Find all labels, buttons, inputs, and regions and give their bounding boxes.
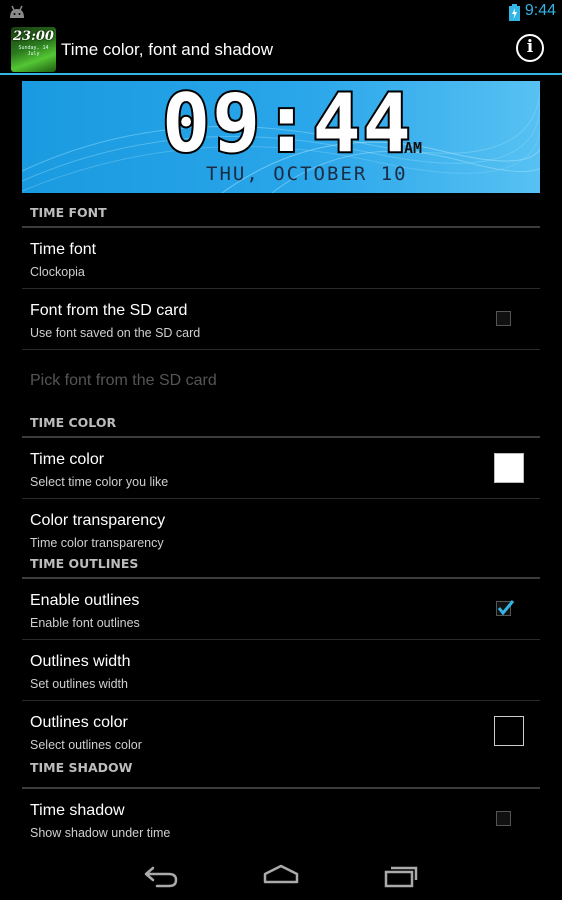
app-icon-time: 23:00 <box>13 29 54 44</box>
pref-summary: Use font saved on the SD card <box>30 326 201 340</box>
status-time: 9:44 <box>524 2 556 19</box>
back-icon[interactable] <box>143 862 179 888</box>
time-color-swatch[interactable] <box>494 453 524 483</box>
section-header-time-font: TIME FONT <box>22 193 540 228</box>
pref-time-font[interactable]: Time font Clockopia <box>22 228 540 289</box>
pref-summary: Time color transparency <box>30 536 164 550</box>
app-icon[interactable]: 23:00 Sunday, 14 July <box>11 27 56 72</box>
pref-time-color[interactable]: Time color Select time color you like <box>22 438 540 499</box>
pref-title: Time color <box>30 451 105 468</box>
preview-time: 09:44 <box>160 81 413 172</box>
pref-time-shadow[interactable]: Time shadow Show shadow under time <box>22 789 540 849</box>
preview-ampm: AM <box>404 139 423 157</box>
preferences-list[interactable]: 09:44 AM THU, OCTOBER 10 TIME FONT Time … <box>22 75 540 849</box>
pref-summary: Enable font outlines <box>30 616 140 630</box>
pref-title: Time shadow <box>30 802 125 819</box>
pref-enable-outlines[interactable]: Enable outlines Enable font outlines <box>22 579 540 640</box>
pref-summary: Select outlines color <box>30 738 142 752</box>
pref-title: Time font <box>30 241 97 258</box>
clock-preview: 09:44 AM THU, OCTOBER 10 <box>22 81 540 193</box>
section-header-time-outlines: TIME OUTLINES <box>22 552 540 579</box>
page-title: Time color, font and shadow <box>61 40 273 59</box>
font-sd-checkbox[interactable] <box>496 311 511 326</box>
pref-summary: Clockopia <box>30 265 85 279</box>
outlines-color-swatch[interactable] <box>494 716 524 746</box>
status-bar: 9:44 <box>0 0 562 25</box>
pref-color-transparency[interactable]: Color transparency Time color transparen… <box>22 499 540 552</box>
battery-charging-icon <box>509 4 520 21</box>
home-icon[interactable] <box>262 862 300 888</box>
pref-outlines-width[interactable]: Outlines width Set outlines width <box>22 640 540 701</box>
pref-font-sd-card[interactable]: Font from the SD card Use font saved on … <box>22 289 540 350</box>
pref-title: Font from the SD card <box>30 302 188 319</box>
pref-summary: Set outlines width <box>30 677 128 691</box>
pref-title: Outlines width <box>30 653 131 670</box>
info-icon[interactable]: i <box>516 34 544 62</box>
pref-outlines-color[interactable]: Outlines color Select outlines color <box>22 701 540 754</box>
pref-title: Color transparency <box>30 512 166 529</box>
pref-summary: Show shadow under time <box>30 826 171 840</box>
preview-date: THU, OCTOBER 10 <box>206 163 408 185</box>
pref-title: Outlines color <box>30 714 128 731</box>
enable-outlines-checkbox[interactable] <box>496 600 515 616</box>
android-icon <box>10 5 24 18</box>
pref-title: Pick font from the SD card <box>30 372 217 389</box>
navigation-bar <box>0 850 562 900</box>
recents-icon[interactable] <box>383 862 419 888</box>
info-glyph: i <box>526 37 534 57</box>
action-bar: 23:00 Sunday, 14 July Time color, font a… <box>0 25 562 75</box>
pref-title: Enable outlines <box>30 592 140 609</box>
section-header-time-color: TIME COLOR <box>22 403 540 438</box>
app-icon-date: Sunday, 14 July <box>18 45 49 57</box>
checkmark-icon <box>497 600 515 616</box>
pref-summary: Select time color you like <box>30 475 169 489</box>
time-shadow-checkbox[interactable] <box>496 811 511 826</box>
pref-pick-font: Pick font from the SD card <box>22 350 540 403</box>
section-header-time-shadow: TIME SHADOW <box>22 754 540 789</box>
